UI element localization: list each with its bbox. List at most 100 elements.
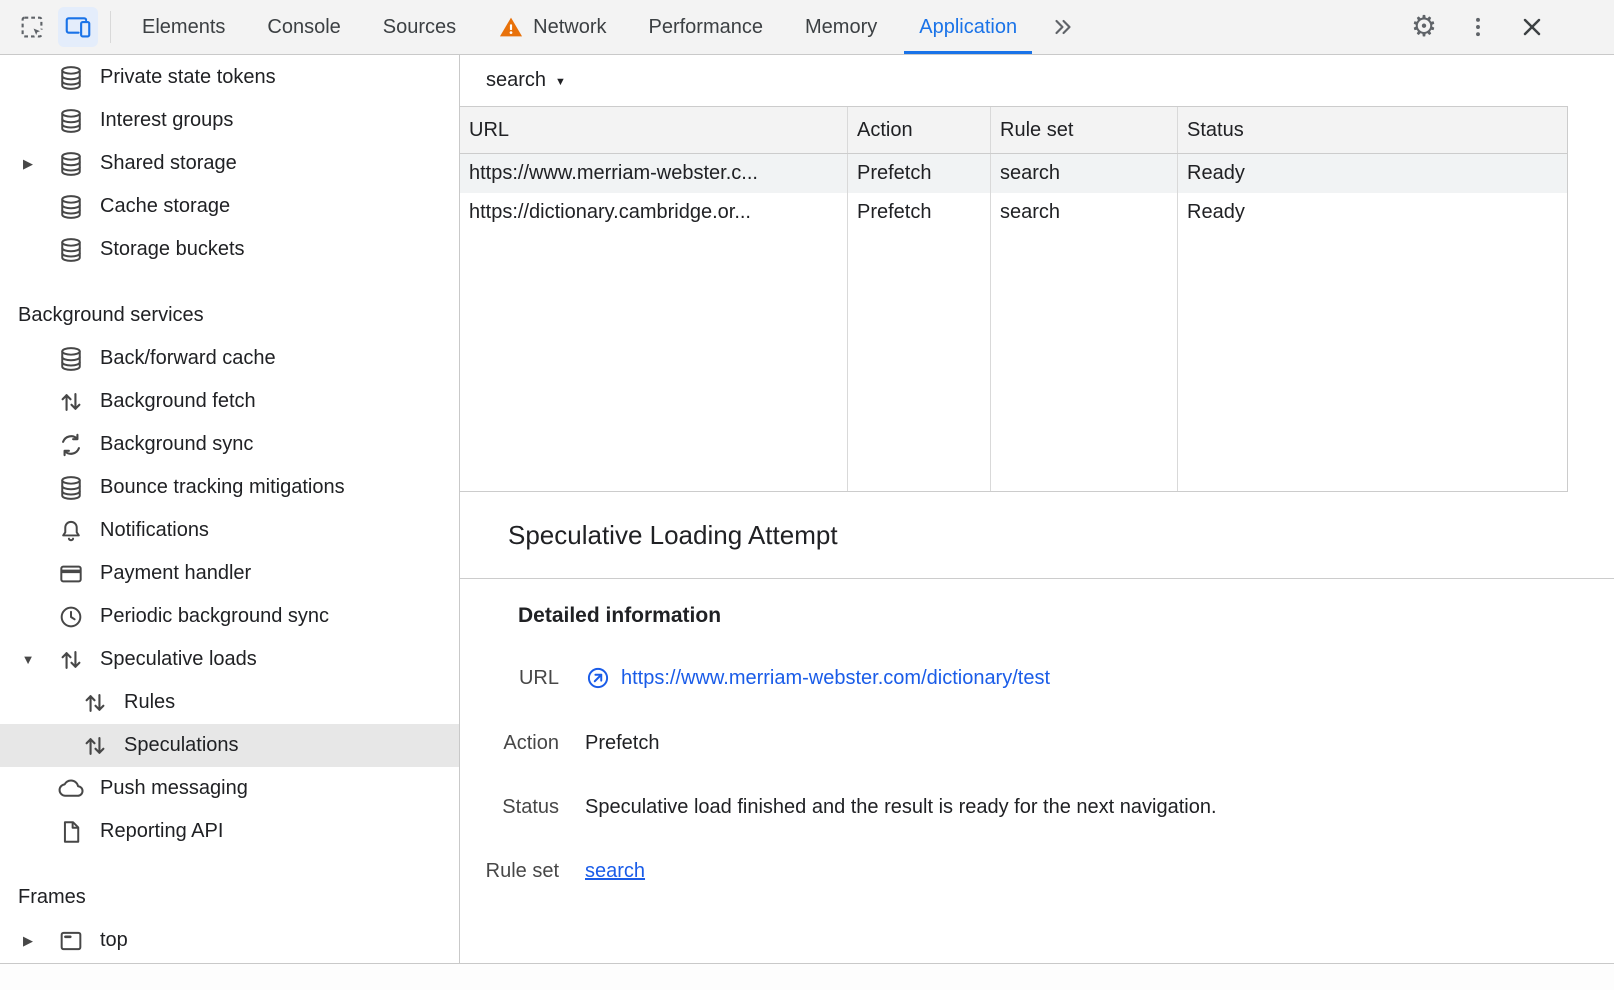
detail-row-action: Action Prefetch xyxy=(460,732,1614,755)
url-label: URL xyxy=(460,667,559,690)
tab-label: Memory xyxy=(805,16,877,39)
attempt-details: Detailed information URL https://www.mer… xyxy=(460,579,1614,963)
tab-sources[interactable]: Sources xyxy=(362,0,477,54)
tab-label: Performance xyxy=(649,16,764,39)
speculations-panel: search ▼ URL Action Rule set Status http… xyxy=(460,55,1614,963)
sync-icon xyxy=(57,431,85,459)
sidebar-item-label: Rules xyxy=(124,691,175,714)
tab-label: Sources xyxy=(383,16,456,39)
warning-icon xyxy=(498,14,524,40)
column-header-action[interactable]: Action xyxy=(848,107,991,153)
rule-set-link[interactable]: search xyxy=(585,860,645,883)
device-toolbar-icon xyxy=(63,12,93,42)
devtools-window: Elements Console Sources Network Perform… xyxy=(0,0,1614,990)
tab-elements[interactable]: Elements xyxy=(121,0,246,54)
sidebar-item-interest-groups[interactable]: Interest groups xyxy=(0,99,459,142)
tab-network[interactable]: Network xyxy=(477,0,627,54)
attempt-url-link[interactable]: https://www.merriam-webster.com/dictiona… xyxy=(621,667,1050,690)
sidebar-item-background-fetch[interactable]: Background fetch xyxy=(0,380,459,423)
tab-application[interactable]: Application xyxy=(898,0,1038,54)
sidebar-item-label: Cache storage xyxy=(100,195,230,218)
tab-memory[interactable]: Memory xyxy=(784,0,898,54)
frame-icon xyxy=(57,927,85,955)
inspect-icon xyxy=(17,12,47,42)
column-header-url[interactable]: URL xyxy=(460,107,848,153)
more-options-button[interactable] xyxy=(1462,11,1494,43)
sidebar-item-rules[interactable]: Rules xyxy=(0,681,459,724)
sidebar-item-top-frame[interactable]: ▶ top xyxy=(0,919,459,962)
details-heading: Detailed information xyxy=(518,604,1614,628)
sidebar-item-label: Private state tokens xyxy=(100,66,276,89)
application-panel: Private state tokens Interest groups ▶ S… xyxy=(0,55,1614,963)
speculations-table: URL Action Rule set Status https://www.m… xyxy=(460,106,1568,492)
inspect-element-button[interactable] xyxy=(12,7,52,47)
sidebar-item-periodic-background-sync[interactable]: Periodic background sync xyxy=(0,595,459,638)
database-icon xyxy=(57,107,85,135)
table-row[interactable]: https://www.merriam-webster.c... Prefetc… xyxy=(460,154,1567,193)
toolbar-separator xyxy=(110,11,111,43)
tab-label: Console xyxy=(267,16,340,39)
document-icon xyxy=(57,818,85,846)
column-header-rule-set[interactable]: Rule set xyxy=(991,107,1178,153)
tab-label: Application xyxy=(919,16,1017,39)
sidebar-item-speculations[interactable]: Speculations xyxy=(0,724,459,767)
sidebar-item-background-sync[interactable]: Background sync xyxy=(0,423,459,466)
sidebar-item-label: Speculations xyxy=(124,734,239,757)
sidebar-item-bounce-tracking-mitigations[interactable]: Bounce tracking mitigations xyxy=(0,466,459,509)
sidebar-item-label: Reporting API xyxy=(100,820,223,843)
collapse-arrow-icon[interactable]: ▼ xyxy=(20,652,36,667)
sidebar-item-label: Bounce tracking mitigations xyxy=(100,476,345,499)
sidebar-item-label: top xyxy=(100,929,128,952)
sidebar-item-notifications[interactable]: Notifications xyxy=(0,509,459,552)
attempt-section-title: Speculative Loading Attempt xyxy=(460,492,1614,579)
column-header-status[interactable]: Status xyxy=(1178,107,1567,153)
expand-arrow-icon[interactable]: ▶ xyxy=(20,933,36,949)
tab-performance[interactable]: Performance xyxy=(628,0,785,54)
sidebar-item-label: Payment handler xyxy=(100,562,251,585)
up-down-arrows-icon xyxy=(81,689,109,717)
sidebar-item-private-state-tokens[interactable]: Private state tokens xyxy=(0,56,459,99)
sidebar-item-cache-storage[interactable]: Cache storage xyxy=(0,185,459,228)
status-label: Status xyxy=(460,796,559,819)
chevron-double-right-icon xyxy=(1050,14,1076,40)
cell-url: https://dictionary.cambridge.or... xyxy=(460,193,848,232)
clock-icon xyxy=(57,603,85,631)
tab-label: Network xyxy=(533,16,606,39)
settings-gear-icon: ⚙ xyxy=(1411,13,1437,42)
detail-row-status: Status Speculative load finished and the… xyxy=(460,796,1614,819)
expand-arrow-icon[interactable]: ▶ xyxy=(20,156,36,172)
sidebar-item-back-forward-cache[interactable]: Back/forward cache xyxy=(0,337,459,380)
sidebar-item-shared-storage[interactable]: ▶ Shared storage xyxy=(0,142,459,185)
sidebar-item-speculative-loads[interactable]: ▼ Speculative loads xyxy=(0,638,459,681)
payment-card-icon xyxy=(57,560,85,588)
sidebar-section-label: Frames xyxy=(18,886,86,909)
up-down-arrows-icon xyxy=(81,732,109,760)
action-label: Action xyxy=(460,732,559,755)
sidebar-item-label: Interest groups xyxy=(100,109,233,132)
rule-set-filter-dropdown[interactable]: search ▼ xyxy=(460,55,1614,106)
settings-button[interactable]: ⚙ xyxy=(1408,11,1440,43)
sidebar-item-storage-buckets[interactable]: Storage buckets xyxy=(0,228,459,271)
filter-selected-value: search xyxy=(486,69,546,92)
reveal-icon[interactable] xyxy=(585,665,611,691)
database-icon xyxy=(57,150,85,178)
cell-url: https://www.merriam-webster.c... xyxy=(460,154,848,193)
sidebar-item-push-messaging[interactable]: Push messaging xyxy=(0,767,459,810)
device-toolbar-button[interactable] xyxy=(58,7,98,47)
table-empty-area xyxy=(460,232,1567,491)
table-row[interactable]: https://dictionary.cambridge.or... Prefe… xyxy=(460,193,1567,232)
sidebar-item-payment-handler[interactable]: Payment handler xyxy=(0,552,459,595)
action-value: Prefetch xyxy=(585,732,1614,755)
sidebar-item-label: Storage buckets xyxy=(100,238,245,261)
close-devtools-button[interactable] xyxy=(1516,11,1548,43)
more-tabs-button[interactable] xyxy=(1038,0,1088,54)
sidebar-item-reporting-api[interactable]: Reporting API xyxy=(0,810,459,853)
tab-console[interactable]: Console xyxy=(246,0,361,54)
cell-rule-set: search xyxy=(991,193,1178,232)
cell-rule-set: search xyxy=(991,154,1178,193)
sidebar-section-background-services: Background services xyxy=(0,294,459,337)
sidebar-item-label: Push messaging xyxy=(100,777,248,800)
sidebar-item-label: Background sync xyxy=(100,433,253,456)
sidebar-item-label: Back/forward cache xyxy=(100,347,276,370)
sidebar-item-label: Background fetch xyxy=(100,390,256,413)
